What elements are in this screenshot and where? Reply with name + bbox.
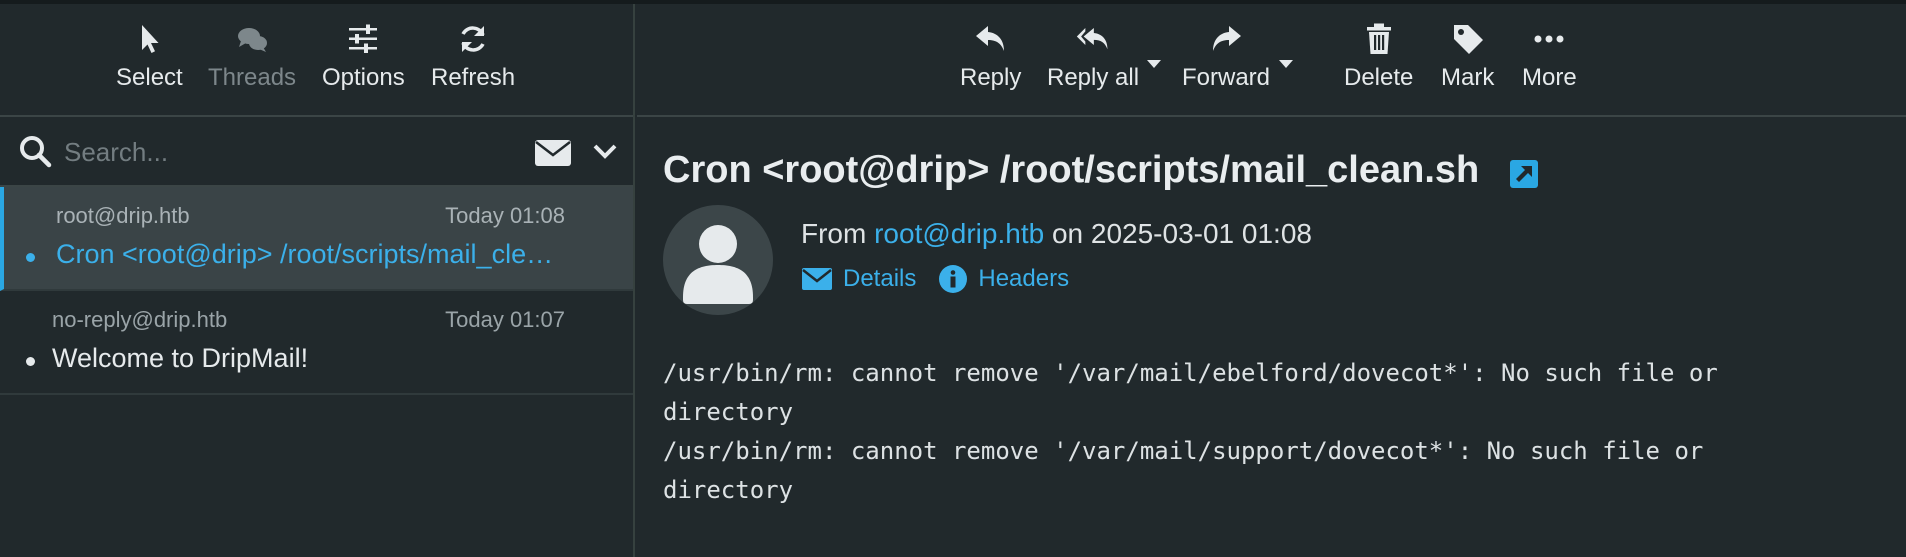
refresh-label: Refresh <box>431 64 516 91</box>
message-body: /usr/bin/rm: cannot remove '/var/mail/eb… <box>663 359 1718 504</box>
list-toolbar: Select Threads Options Refresh <box>0 4 633 117</box>
header-links: Details Headers <box>801 264 1091 294</box>
message-toolbar: Reply Reply all Forward Delete Mark More <box>637 4 1906 117</box>
more-icon <box>1534 35 1564 43</box>
envelope-icon <box>802 268 832 290</box>
options-icon <box>349 24 378 53</box>
page-title: Cron <root@drip> /root/scripts/mail_clea… <box>663 149 1480 191</box>
reply-button[interactable]: Reply <box>960 22 1021 92</box>
threads-label: Threads <box>208 64 297 91</box>
unread-dot <box>26 253 35 262</box>
message-date: Today 01:07 <box>445 307 565 332</box>
chevron-down-icon[interactable] <box>592 141 618 161</box>
details-label: Details <box>843 265 917 292</box>
mark-button[interactable]: Mark <box>1441 22 1494 92</box>
unread-dot <box>26 357 35 366</box>
search-input[interactable] <box>64 131 514 173</box>
message-subject: Welcome to DripMail! <box>52 343 309 373</box>
threads-icon <box>238 28 268 52</box>
headers-label: Headers <box>978 265 1070 292</box>
message-sender: no-reply@drip.htb <box>52 307 228 332</box>
avatar-icon <box>683 225 753 304</box>
message-sender: root@drip.htb <box>56 203 190 228</box>
refresh-button[interactable]: Refresh <box>431 22 515 92</box>
forward-icon <box>1213 26 1242 51</box>
search-bar <box>0 117 633 187</box>
reply-all-icon <box>1076 27 1108 50</box>
reply-icon <box>975 26 1004 51</box>
reply-label: Reply <box>960 64 1022 91</box>
threads-button[interactable]: Threads <box>208 22 296 92</box>
options-button[interactable]: Options <box>322 22 405 92</box>
info-icon <box>939 265 968 293</box>
message-date-text: on 2025-03-01 01:08 <box>1051 218 1312 249</box>
list-item[interactable]: root@drip.htb Today 01:08 Cron <root@dri… <box>0 187 633 291</box>
avatar <box>663 205 773 315</box>
envelope-icon[interactable] <box>534 139 572 167</box>
message-date: Today 01:08 <box>445 203 565 228</box>
tag-icon <box>1453 25 1483 54</box>
select-label: Select <box>116 64 183 91</box>
forward-label: Forward <box>1182 64 1271 91</box>
list-item[interactable]: no-reply@drip.htb Today 01:07 Welcome to… <box>0 291 633 395</box>
reply-all-dropdown[interactable] <box>1147 60 1161 68</box>
reply-all-button[interactable]: Reply all <box>1047 22 1139 92</box>
external-link-icon[interactable] <box>1509 159 1539 189</box>
pointer-icon <box>142 25 159 53</box>
options-label: Options <box>322 64 405 91</box>
details-link[interactable]: Details <box>801 265 916 293</box>
search-icon <box>20 136 52 168</box>
message-header: Cron <root@drip> /root/scripts/mail_clea… <box>637 117 1906 337</box>
more-label: More <box>1522 64 1577 91</box>
delete-button[interactable]: Delete <box>1344 22 1413 92</box>
forward-button[interactable]: Forward <box>1182 22 1270 92</box>
forward-dropdown[interactable] <box>1279 60 1293 68</box>
delete-label: Delete <box>1344 64 1414 91</box>
from-prefix: From <box>801 218 867 249</box>
refresh-icon <box>461 26 485 52</box>
message-list-pane: Select Threads Options Refresh Search...… <box>0 4 635 557</box>
headers-link[interactable]: Headers <box>938 264 1069 294</box>
more-button[interactable]: More <box>1522 22 1577 92</box>
reply-all-label: Reply all <box>1047 64 1140 91</box>
trash-icon <box>1366 23 1391 54</box>
select-button[interactable]: Select <box>116 22 183 92</box>
sender-address-link[interactable]: root@drip.htb <box>874 218 1044 249</box>
from-line: From root@drip.htb on 2025-03-01 01:08 <box>801 218 1312 250</box>
mark-label: Mark <box>1441 64 1495 91</box>
message-subject: Cron <root@drip> /root/scripts/mail_clea… <box>56 239 566 269</box>
